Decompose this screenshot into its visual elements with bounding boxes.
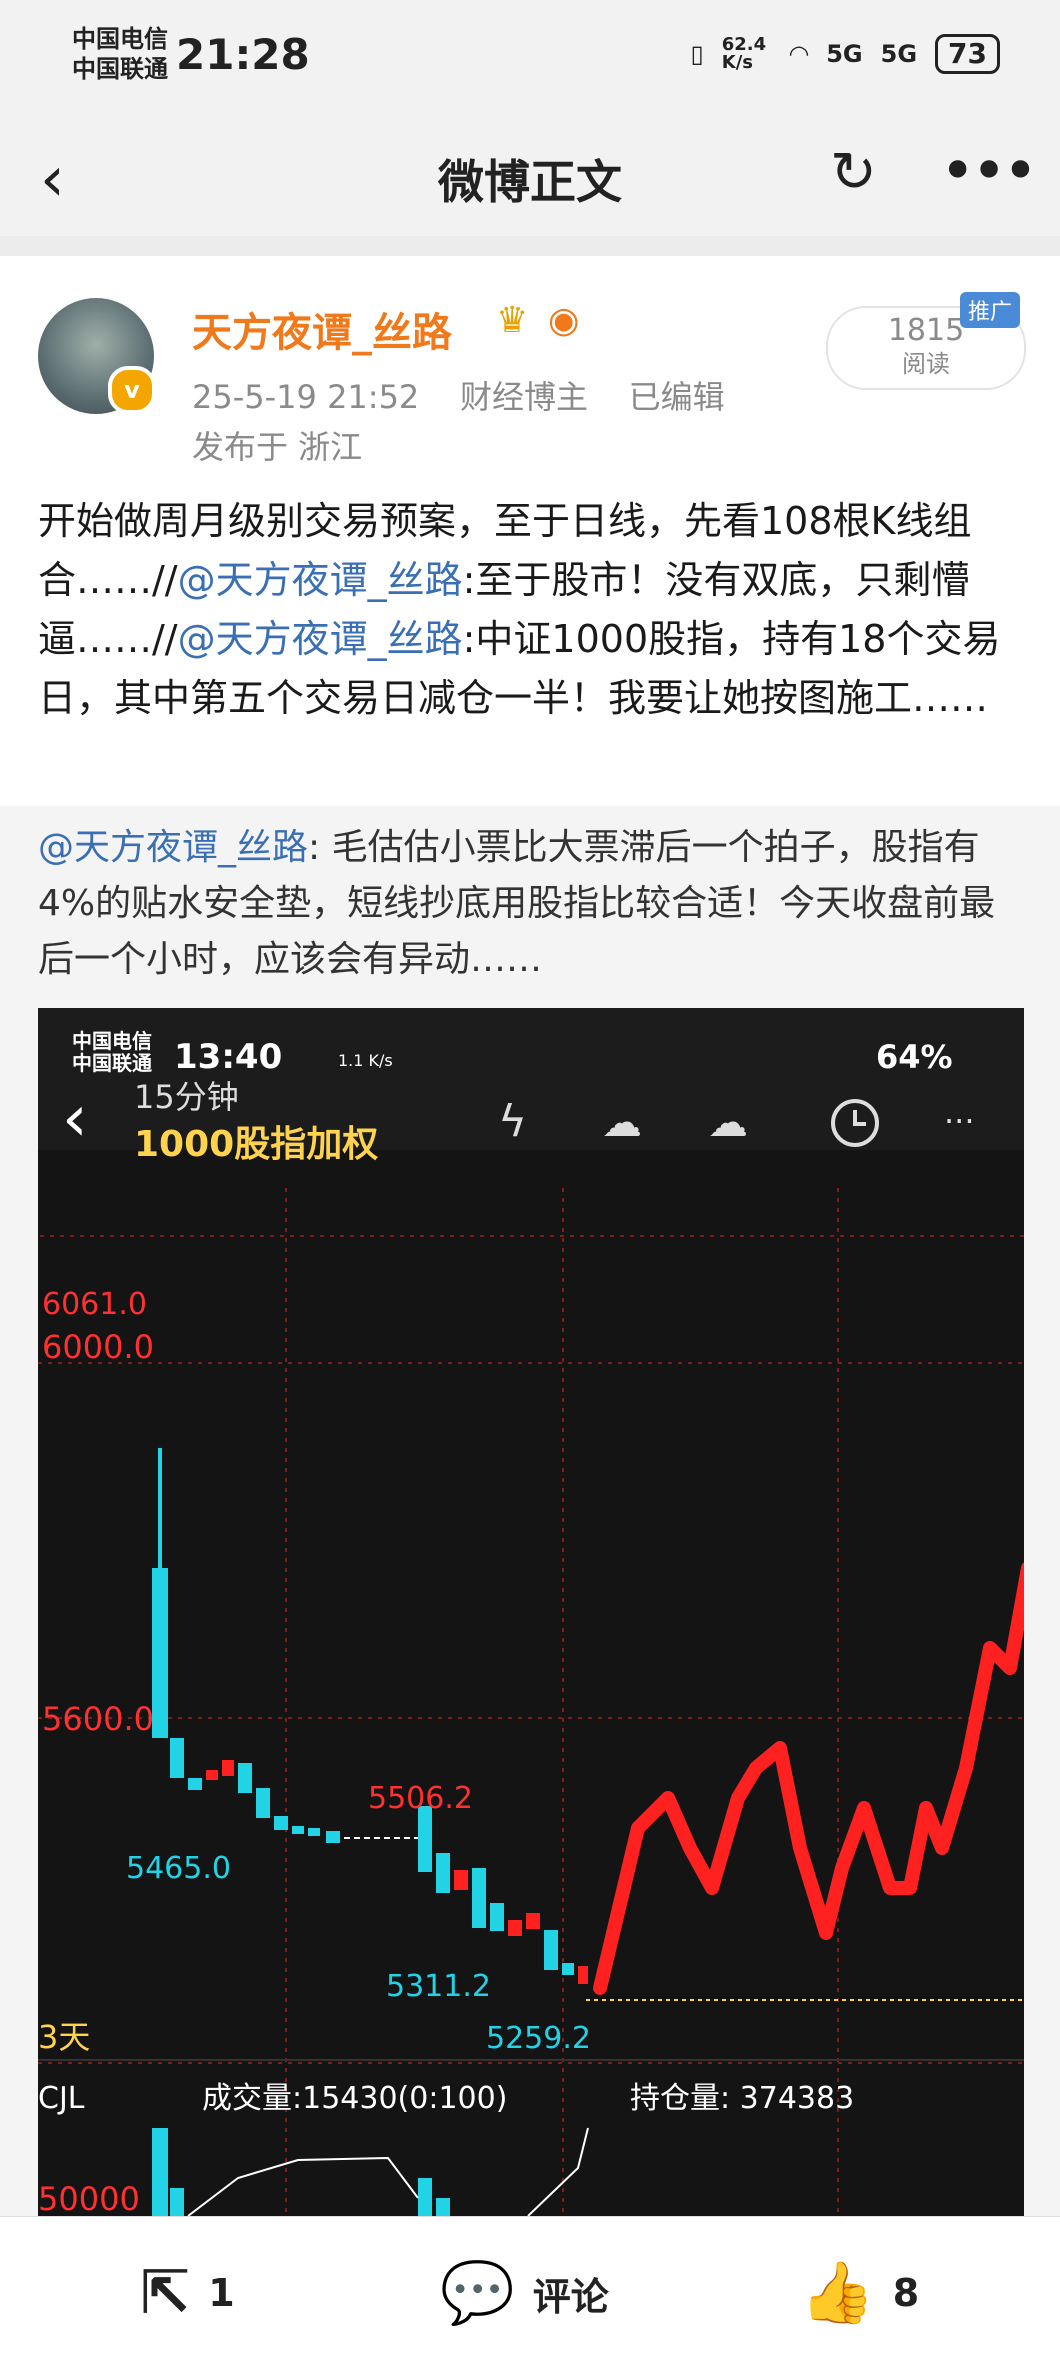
post-location: 发布于 浙江	[192, 428, 363, 466]
status-time: 21:28	[176, 30, 310, 79]
period-label: 15分钟	[134, 1078, 239, 1116]
embedded-back-icon: ‹	[62, 1082, 88, 1156]
status-bar: 中国电信 中国联通 21:28 ▯ 62.4 K/s ◠ 5G 5G 73	[0, 0, 1060, 118]
volume-text: 成交量:15430(0:100)	[202, 2081, 507, 2116]
candlesticks	[152, 1448, 588, 1984]
share-count: 1	[208, 2271, 235, 2315]
chart-screenshot-svg: 中国电信 中国联通 13:40 1.1 K/s 64% ‹ 15分钟 1000股…	[38, 1008, 1024, 2216]
price-axis-label: 6061.0	[42, 1287, 147, 1322]
share-button[interactable]: ⇱ 1	[140, 2263, 235, 2323]
flash-icon: ϟ	[498, 1096, 527, 1147]
battery-level: 73	[935, 34, 1000, 74]
divider	[0, 236, 1060, 256]
embedded-chart-image[interactable]: 中国电信 中国联通 13:40 1.1 K/s 64% ‹ 15分钟 1000股…	[38, 1008, 1024, 2216]
days-label: 3天	[38, 2018, 90, 2056]
price-axis-label: 6000.0	[42, 1328, 154, 1366]
wifi-icon: ◠	[789, 40, 809, 68]
fish-icon: ◉	[548, 300, 580, 341]
carrier-labels: 中国电信 中国联通	[72, 24, 168, 84]
embedded-carrier-2: 中国联通	[72, 1051, 152, 1075]
more-icon[interactable]: •••	[940, 136, 1038, 206]
post-meta: 25-5-19 21:52 财经博主 已编辑	[192, 372, 725, 418]
read-label: 阅读	[902, 350, 950, 378]
annotation-label: 5311.2	[386, 1969, 491, 2004]
share-icon: ⇱	[140, 2258, 191, 2328]
thumbs-up-icon: 👍	[800, 2258, 875, 2328]
like-button[interactable]: 👍 8	[800, 2263, 919, 2323]
carrier-2: 中国联通	[72, 55, 168, 83]
drawn-trend-line	[593, 1562, 1024, 1995]
mention-link[interactable]: @天方夜谭_丝路	[38, 827, 308, 868]
signal-2: 5G	[880, 40, 918, 68]
indicator-label: CJL	[38, 2081, 85, 2116]
edited-label: 已编辑	[628, 378, 725, 416]
bottom-action-bar: ⇱ 1 💬 评论 👍 8	[0, 2216, 1060, 2377]
quote-text: @天方夜谭_丝路: 毛估估小票比大票滞后一个拍子，股指有4%的贴水安全垫，短线抄…	[38, 820, 1028, 988]
page-title: 微博正文	[438, 155, 622, 209]
cloud-upload-icon: ☁	[602, 1100, 642, 1146]
annotation-label: 5259.2	[486, 2021, 591, 2056]
post-text: 开始做周月级别交易预案，至于日线，先看108根K线组合……//@天方夜谭_丝路:…	[38, 492, 1028, 728]
verified-badge-icon: v	[108, 366, 156, 414]
embedded-net-speed: 1.1 K/s	[338, 1051, 393, 1070]
embedded-more-icon: ···	[944, 1102, 975, 1140]
promo-tag: 推广	[960, 292, 1021, 328]
comment-button[interactable]: 💬 评论	[440, 2263, 609, 2323]
crown-icon: ♛	[496, 300, 529, 341]
carrier-1: 中国电信	[72, 25, 168, 53]
price-axis-label: 5600.0	[42, 1700, 154, 1738]
cloud-download-icon: ☁	[708, 1100, 748, 1146]
embedded-carrier-1: 中国电信	[72, 1029, 152, 1053]
annotation-label: 5506.2	[368, 1781, 473, 1816]
mention-link[interactable]: @天方夜谭_丝路	[178, 617, 463, 661]
refresh-icon[interactable]: ↻	[830, 140, 877, 205]
vibrate-icon: ▯	[690, 40, 704, 68]
top-nav-bar: ‹ 微博正文 ↻ •••	[0, 118, 1060, 236]
post-datetime: 25-5-19 21:52	[192, 378, 420, 416]
author-role: 财经博主	[459, 378, 588, 416]
net-speed: 62.4 K/s	[721, 34, 767, 73]
embedded-time: 13:40	[174, 1037, 282, 1077]
instrument-label: 1000股指加权	[134, 1124, 378, 1165]
volume-axis-label: 50000	[38, 2180, 140, 2216]
username[interactable]: 天方夜谭_丝路	[192, 300, 452, 358]
status-icons: ▯ 62.4 K/s ◠ 5G 5G 73	[691, 34, 1000, 74]
comment-icon: 💬	[440, 2258, 515, 2328]
signal-1: 5G	[826, 40, 863, 68]
embedded-battery: 64%	[876, 1038, 953, 1076]
mention-link[interactable]: @天方夜谭_丝路	[178, 558, 463, 602]
like-count: 8	[892, 2271, 920, 2315]
comment-label: 评论	[532, 2274, 609, 2319]
annotation-label: 5465.0	[126, 1851, 231, 1886]
open-interest-text: 持仓量: 374383	[630, 2081, 854, 2116]
